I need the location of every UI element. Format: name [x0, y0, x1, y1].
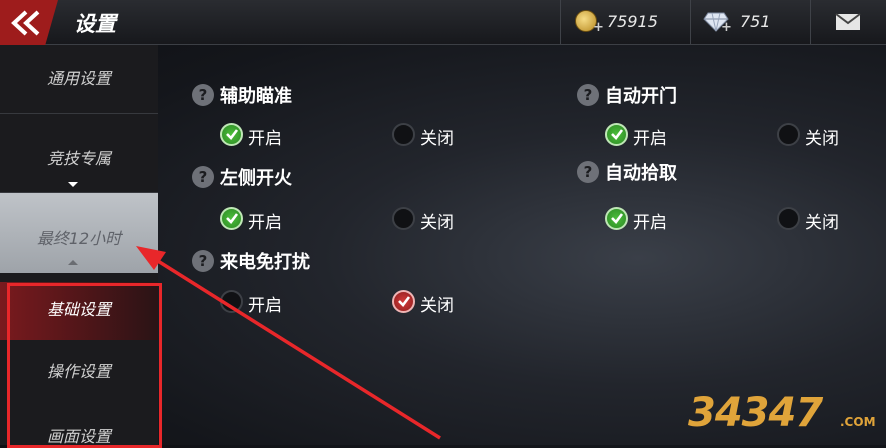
radio-off-label: 关闭 [805, 129, 839, 149]
checkmark-icon [611, 213, 624, 224]
help-icon[interactable]: ? [192, 84, 214, 106]
radio-on-label: 开启 [248, 213, 282, 233]
help-icon[interactable]: ? [192, 166, 214, 188]
add-diamond-icon: + [721, 20, 732, 35]
checkmark-icon [226, 213, 239, 224]
diamond-currency[interactable]: + 751 [690, 0, 810, 44]
gold-currency[interactable]: + 75915 [560, 0, 690, 44]
radio-on-label: 开启 [633, 213, 667, 233]
radio-on[interactable] [220, 290, 243, 313]
gold-amount: 75915 [607, 12, 658, 31]
radio-off-label: 关闭 [805, 213, 839, 233]
sidebar-item-general[interactable]: 通用设置 [0, 65, 158, 89]
page-title: 设置 [74, 12, 116, 36]
radio-on-label: 开启 [248, 129, 282, 149]
radio-on[interactable] [220, 207, 243, 230]
back-button[interactable] [0, 0, 58, 45]
divider [0, 113, 158, 114]
diamond-amount: 751 [740, 12, 771, 31]
watermark-logo: 34347 [688, 390, 823, 436]
setting-title: 自动开门 [605, 86, 677, 107]
radio-off-label: 关闭 [420, 129, 454, 149]
sidebar-item-final-12h[interactable]: 最终12小时 [0, 225, 158, 249]
checkmark-icon [226, 129, 239, 140]
radio-off-label: 关闭 [420, 213, 454, 233]
setting-title: 自动拾取 [605, 163, 677, 184]
radio-on[interactable] [605, 207, 628, 230]
radio-off[interactable] [392, 207, 415, 230]
annotation-box [7, 283, 162, 448]
radio-on-label: 开启 [633, 129, 667, 149]
setting-title: 左侧开火 [220, 168, 292, 189]
radio-on[interactable] [220, 123, 243, 146]
help-icon[interactable]: ? [192, 250, 214, 272]
double-chevron-left-icon [11, 10, 40, 36]
mail-icon [835, 13, 861, 30]
mail-button[interactable] [810, 0, 886, 44]
setting-title: 来电免打扰 [220, 252, 310, 273]
checkmark-icon [611, 129, 624, 140]
caret-down-icon [68, 182, 78, 187]
radio-off[interactable] [392, 290, 415, 313]
setting-title: 辅助瞄准 [220, 86, 292, 107]
help-icon[interactable]: ? [577, 161, 599, 183]
top-bar: 设置 + 75915 + 751 [0, 0, 886, 45]
radio-off[interactable] [777, 207, 800, 230]
checkmark-icon [398, 296, 411, 307]
help-icon[interactable]: ? [577, 84, 599, 106]
radio-on[interactable] [605, 123, 628, 146]
radio-off-label: 关闭 [420, 296, 454, 316]
sidebar-item-competitive[interactable]: 竞技专属 [0, 145, 158, 169]
caret-up-icon [68, 260, 78, 265]
watermark-suffix: .COM [840, 415, 876, 429]
radio-on-label: 开启 [248, 296, 282, 316]
radio-off[interactable] [392, 123, 415, 146]
add-gold-icon: + [593, 20, 604, 35]
radio-off[interactable] [777, 123, 800, 146]
